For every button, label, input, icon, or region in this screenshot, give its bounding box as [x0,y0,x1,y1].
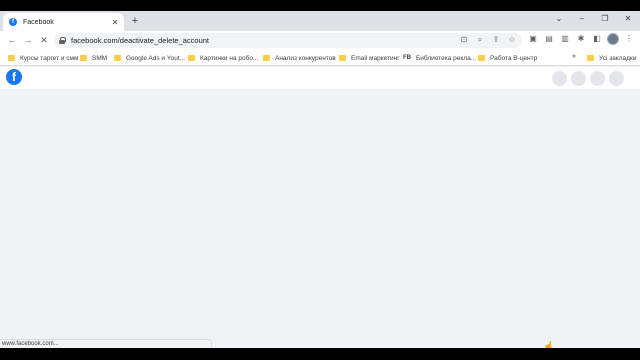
extensions-puzzle-icon[interactable]: ✱ [575,33,587,45]
lock-icon[interactable] [59,37,66,44]
folder-icon [114,55,121,61]
bookmark-label: Курсы таргет и смм [20,54,79,62]
header-placeholder-circle [609,71,624,86]
browser-window: f Facebook ✕ + ⌄ – ❐ ✕ ← → ✕ facebook.co… [0,11,640,348]
folder-icon [8,55,15,61]
tab-close-icon[interactable]: ✕ [109,18,121,27]
forward-icon[interactable]: → [21,33,35,47]
profile-avatar[interactable] [607,33,619,45]
bookmark-item[interactable]: SMM [80,53,107,63]
bookmark-label: Работа B-центр [490,54,538,62]
folder-icon [188,55,195,61]
extension-3-icon[interactable]: ▥ [559,33,571,45]
page-content: ☝ [0,89,640,348]
screen: f Facebook ✕ + ⌄ – ❐ ✕ ← → ✕ facebook.co… [0,0,640,360]
tab-search-icon[interactable]: ⌄ [552,14,566,23]
fb-icon: FB [403,55,411,61]
install-app-icon[interactable]: ⊡ [459,35,469,45]
bookmark-item[interactable]: Email маркетинг [339,53,400,63]
bookmarks-more-button[interactable]: » [572,53,576,60]
zoom-icon[interactable]: ⌕ [475,35,485,45]
bookmark-label: Усі закладки [599,54,637,62]
header-placeholder-circle [590,71,605,86]
bookmark-label: Библиотека рекла... [416,54,477,62]
back-icon[interactable]: ← [5,33,19,47]
bookmark-item[interactable]: Работа B-центр [478,53,537,63]
extension-2-icon[interactable]: ▤ [543,33,555,45]
menu-kebab-icon[interactable]: ⋮ [623,33,635,45]
bookmark-item[interactable]: FB Библиотека рекла... [403,53,476,63]
close-window-button[interactable]: ✕ [621,14,635,23]
folder-icon [80,55,87,61]
share-icon[interactable]: ⇪ [491,35,501,45]
bookmark-item[interactable]: Google Ads и Yout... [114,53,185,63]
header-placeholder-circle [571,71,586,86]
hand-cursor-icon: ☝ [543,341,555,348]
bookmark-label: SMM [92,54,108,62]
bookmark-label: Email маркетинг [351,54,400,62]
bookmark-item[interactable]: Картинки на робо... [188,53,258,63]
folder-icon [263,55,270,61]
side-panel-icon[interactable]: ◧ [591,33,603,45]
stop-loading-icon[interactable]: ✕ [37,33,51,47]
bookmark-label: Google Ads и Yout... [126,54,186,62]
tab-title: Facebook [23,18,54,26]
facebook-header: f [0,67,640,89]
extension-1-icon[interactable]: ▣ [527,33,539,45]
url-text[interactable]: facebook.com/deactivate_delete_account [71,36,209,45]
minimize-button[interactable]: – [575,14,589,23]
header-placeholder-circle [552,71,567,86]
bookmark-star-icon[interactable]: ☆ [507,35,517,45]
tab-facebook[interactable]: f Facebook ✕ [3,13,124,31]
new-tab-button[interactable]: + [129,15,141,27]
bookmarks-bar: Курсы таргет и смм SMM Google Ads и Yout… [0,50,640,66]
folder-icon [478,55,485,61]
facebook-favicon-icon: f [9,18,17,26]
all-bookmarks-item[interactable]: Усі закладки [587,53,636,63]
bookmark-item[interactable]: Курсы таргет и смм [8,53,78,63]
bookmark-label: Картинки на робо... [200,54,259,62]
bookmark-label: Анализ конкурентов [275,54,336,62]
address-bar[interactable]: facebook.com/deactivate_delete_account ⊡… [54,33,522,48]
facebook-logo-icon[interactable]: f [6,69,22,85]
status-bar: www.facebook.com... [0,339,212,348]
tab-strip: f Facebook ✕ + ⌄ – ❐ ✕ [0,11,640,31]
restore-button[interactable]: ❐ [598,14,612,23]
folder-icon [587,55,594,61]
bookmark-item[interactable]: Анализ конкурентов [263,53,336,63]
folder-icon [339,55,346,61]
